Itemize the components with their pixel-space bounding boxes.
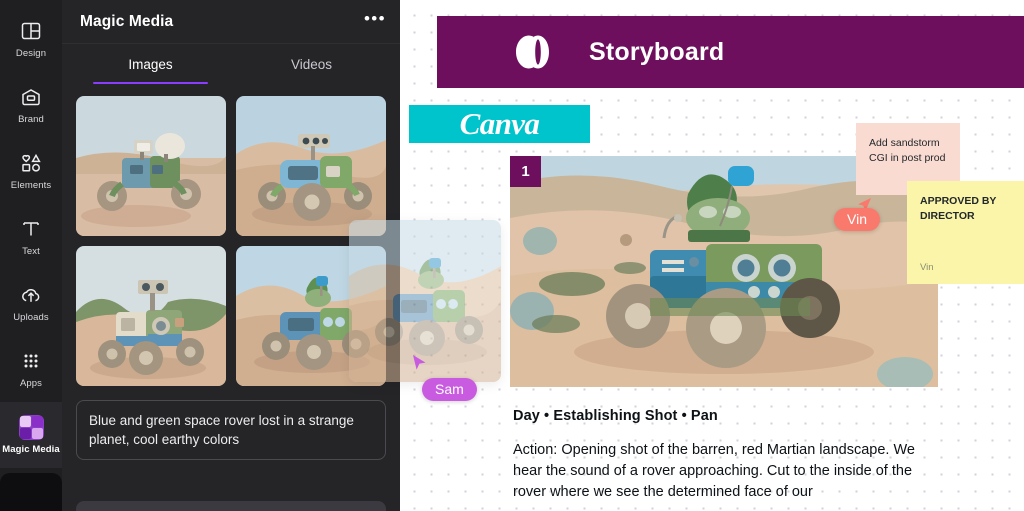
- sidebar-item-apps[interactable]: Apps: [0, 336, 62, 402]
- sidebar-item-label: Magic Media: [2, 444, 60, 455]
- brand-wallet-icon: [19, 85, 43, 109]
- sidebar-item-text[interactable]: Text: [0, 204, 62, 270]
- cursor-label: Vin: [834, 208, 880, 231]
- sidebar-item-uploads[interactable]: Uploads: [0, 270, 62, 336]
- sidebar-item-brand[interactable]: Brand: [0, 72, 62, 138]
- magic-media-icon: [19, 415, 44, 440]
- rail-bottom-panel: [0, 473, 62, 511]
- sidebar-item-elements[interactable]: Elements: [0, 138, 62, 204]
- design-panels-icon: [19, 19, 43, 43]
- cursor-arrow-icon: [412, 354, 427, 371]
- canva-logo[interactable]: Canva: [409, 105, 590, 143]
- sidebar-item-label: Design: [15, 48, 47, 59]
- sidebar-item-magic-media[interactable]: Magic Media: [0, 402, 62, 468]
- frame-number-badge: 1: [510, 156, 541, 187]
- generated-image-thumbnail[interactable]: [76, 96, 226, 236]
- tab-label: Videos: [290, 56, 333, 72]
- sticky-note-text: APPROVED BY DIRECTOR: [920, 195, 997, 222]
- generate-image-button[interactable]: Generate image: [76, 501, 386, 511]
- canva-editor: Design Brand Elements Text Uploads Apps …: [0, 0, 1024, 511]
- caption-body: Action: Opening shot of the barren, red …: [513, 442, 915, 500]
- panel-title: Magic Media: [80, 12, 174, 30]
- sidebar-item-label: Brand: [18, 114, 44, 125]
- storyboard-banner[interactable]: Storyboard: [437, 16, 1024, 88]
- more-options-icon[interactable]: •••: [364, 10, 386, 33]
- elements-shapes-icon: [19, 151, 43, 175]
- uploads-cloud-icon: [19, 283, 43, 307]
- prompt-input[interactable]: Blue and green space rover lost in a str…: [76, 400, 386, 461]
- panel-tabs: Images Videos: [62, 44, 400, 84]
- storyboard-logo-icon: [503, 30, 563, 74]
- tab-videos[interactable]: Videos: [231, 44, 392, 84]
- text-t-icon: [19, 217, 43, 241]
- frame-caption[interactable]: Day • Establishing Shot • Pan Action: Op…: [513, 408, 943, 503]
- sticky-note-author: Vin: [920, 261, 934, 273]
- sticky-note-yellow[interactable]: APPROVED BY DIRECTOR Vin: [907, 181, 1024, 284]
- cursor-label: Sam: [422, 378, 477, 401]
- generated-image-thumbnail[interactable]: [236, 96, 386, 236]
- generated-image-thumbnail[interactable]: [76, 246, 226, 386]
- caption-heading: Day • Establishing Shot • Pan: [513, 408, 718, 424]
- left-nav-rail: Design Brand Elements Text Uploads Apps …: [0, 0, 62, 511]
- panel-header: Magic Media •••: [62, 0, 400, 44]
- sidebar-item-design[interactable]: Design: [0, 6, 62, 72]
- sidebar-item-label: Elements: [10, 180, 52, 191]
- canva-wordmark: Canva: [459, 105, 540, 141]
- sidebar-item-label: Uploads: [13, 312, 49, 323]
- apps-grid-icon: [19, 349, 43, 373]
- tab-label: Images: [128, 56, 173, 72]
- storyboard-title: Storyboard: [589, 37, 725, 66]
- tab-images[interactable]: Images: [70, 44, 231, 84]
- sidebar-item-label: Apps: [19, 378, 43, 389]
- sidebar-item-label: Text: [22, 246, 40, 257]
